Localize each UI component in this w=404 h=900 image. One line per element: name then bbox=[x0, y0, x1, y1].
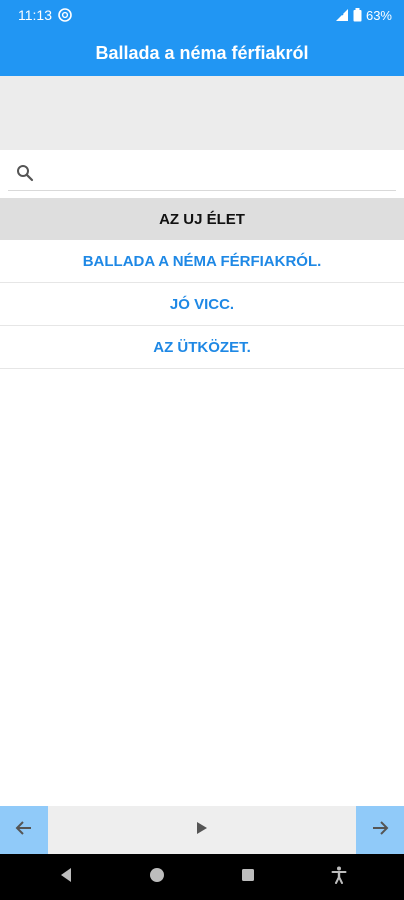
page-title: Ballada a néma férfiakról bbox=[95, 42, 309, 63]
accessibility-button[interactable] bbox=[319, 857, 359, 897]
search-icon bbox=[16, 164, 34, 182]
status-left: 11:13 bbox=[18, 7, 72, 23]
bottom-nav bbox=[0, 806, 404, 854]
battery-percent: 63% bbox=[365, 7, 392, 23]
system-nav-bar bbox=[0, 854, 404, 900]
battery-icon bbox=[353, 8, 362, 22]
system-home-button[interactable] bbox=[137, 857, 177, 897]
play-button[interactable] bbox=[48, 806, 356, 854]
back-triangle-icon bbox=[59, 867, 73, 888]
system-recents-button[interactable] bbox=[228, 857, 268, 897]
next-button[interactable] bbox=[356, 806, 404, 854]
banner-area bbox=[0, 76, 404, 150]
search-box[interactable] bbox=[8, 155, 396, 191]
home-circle-icon bbox=[149, 867, 165, 888]
accessibility-icon bbox=[331, 866, 347, 889]
search-row bbox=[0, 150, 404, 196]
list-header: AZ UJ ÉLET bbox=[0, 198, 404, 240]
chapter-list: AZ UJ ÉLET BALLADA A NÉMA FÉRFIAKRÓL. JÓ… bbox=[0, 198, 404, 369]
arrow-right-icon bbox=[370, 818, 390, 843]
prev-button[interactable] bbox=[0, 806, 48, 854]
system-back-button[interactable] bbox=[46, 857, 86, 897]
signal-icon bbox=[335, 8, 349, 22]
recents-square-icon bbox=[241, 868, 255, 887]
status-right: 63% bbox=[335, 8, 392, 23]
list-item[interactable]: AZ ÜTKÖZET. bbox=[0, 326, 404, 369]
list-item[interactable]: JÓ VICC. bbox=[0, 283, 404, 326]
app-bar: Ballada a néma férfiakról bbox=[0, 30, 404, 76]
status-time: 11:13 bbox=[18, 7, 52, 23]
play-icon bbox=[195, 820, 209, 841]
status-bar: 11:13 63% bbox=[0, 0, 404, 30]
list-item[interactable]: BALLADA A NÉMA FÉRFIAKRÓL. bbox=[0, 240, 404, 283]
notification-icon bbox=[58, 8, 72, 22]
arrow-left-icon bbox=[14, 818, 34, 843]
search-input[interactable] bbox=[42, 157, 396, 188]
